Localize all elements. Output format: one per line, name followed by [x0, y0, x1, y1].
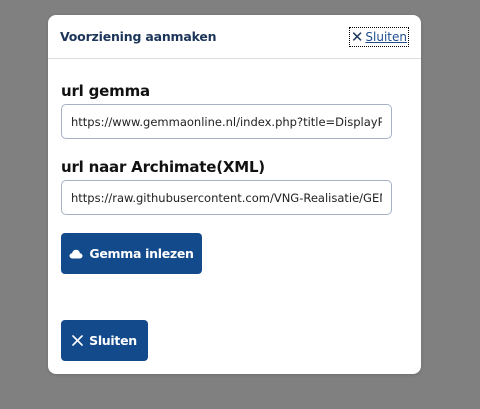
- modal-header: Voorziening aanmaken ✕ Sluiten: [48, 15, 421, 59]
- header-close-button[interactable]: ✕ Sluiten: [348, 27, 409, 47]
- close-icon: ✕: [350, 27, 364, 46]
- close-icon: [72, 335, 83, 346]
- gemma-inlezen-button[interactable]: Gemma inlezen: [61, 233, 202, 274]
- gemma-inlezen-label: Gemma inlezen: [89, 246, 194, 261]
- url-archimate-label: url naar Archimate(XML): [61, 158, 265, 176]
- url-gemma-input[interactable]: [61, 104, 392, 139]
- header-close-label: Sluiten: [365, 30, 407, 44]
- modal-title: Voorziening aanmaken: [60, 29, 217, 44]
- sluiten-button[interactable]: Sluiten: [61, 320, 148, 361]
- url-gemma-label: url gemma: [61, 82, 150, 100]
- modal-dialog: Voorziening aanmaken ✕ Sluiten url gemma…: [48, 15, 421, 374]
- url-archimate-input[interactable]: [61, 180, 392, 215]
- sluiten-label: Sluiten: [89, 333, 137, 348]
- cloud-icon: [69, 249, 83, 259]
